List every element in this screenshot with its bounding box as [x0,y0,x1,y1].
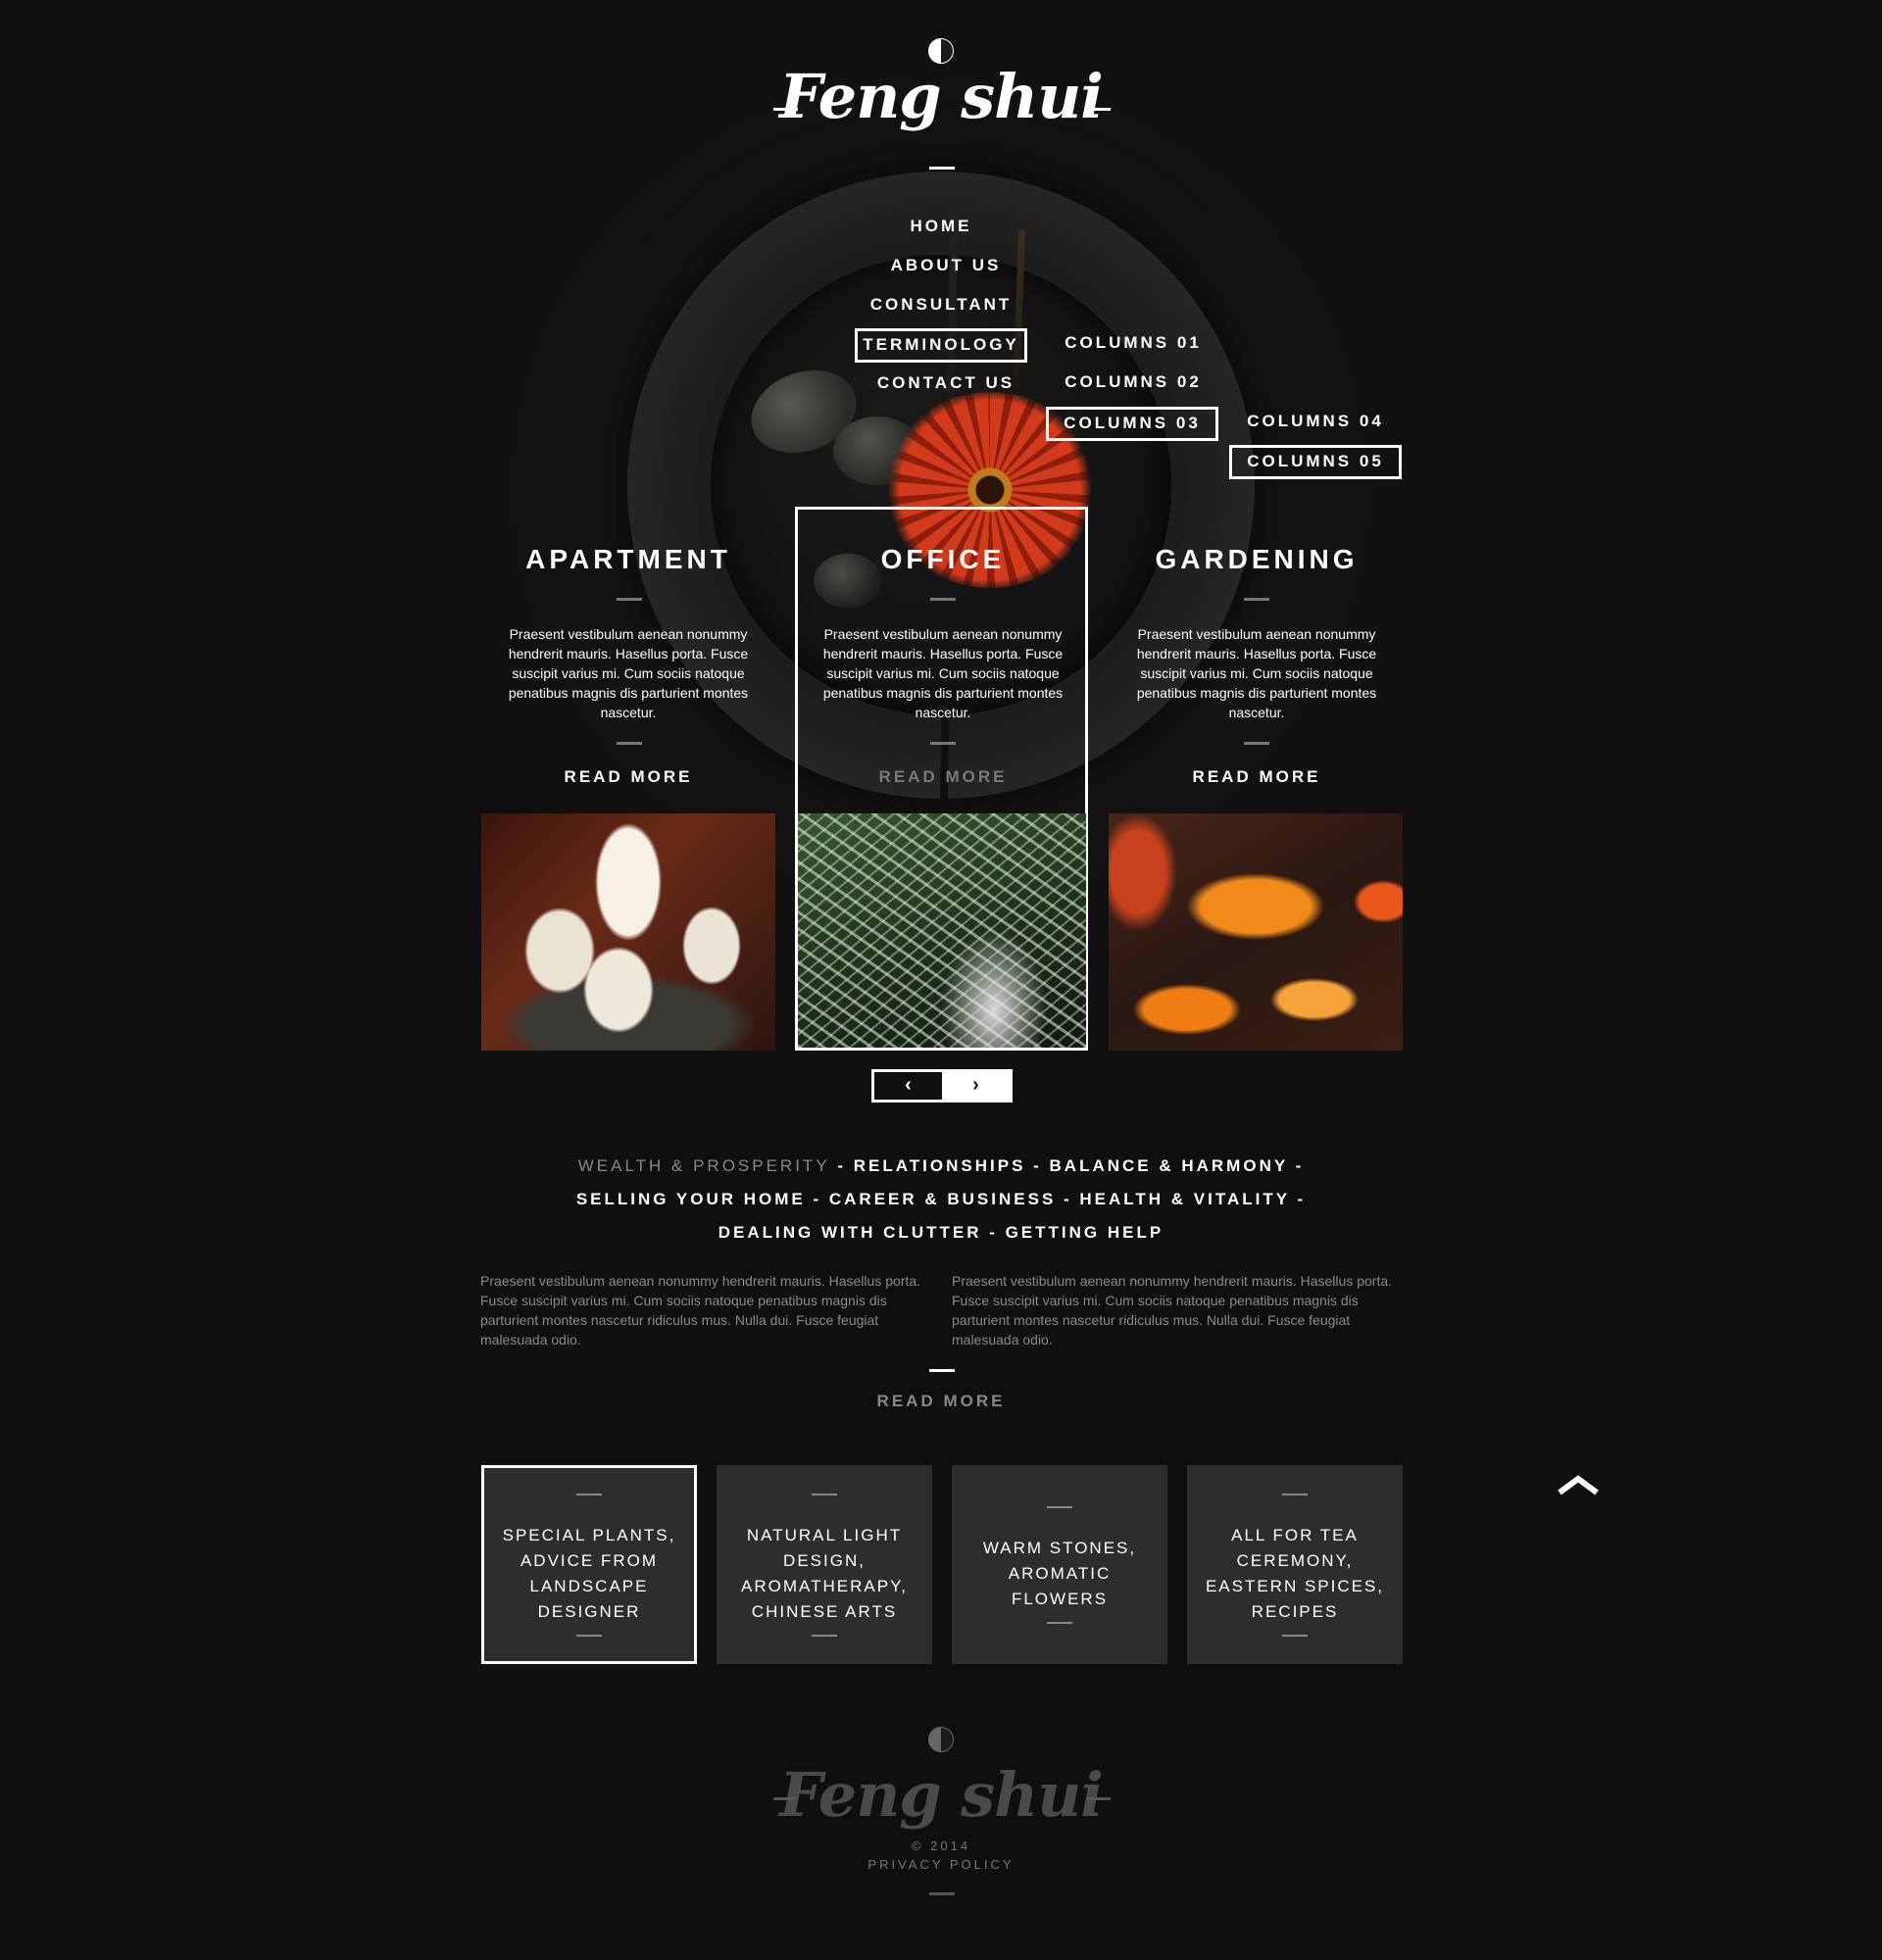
feature-box-light[interactable]: NATURAL LIGHT DESIGN, AROMATHERAPY, CHIN… [717,1465,932,1664]
privacy-policy-link[interactable]: PRIVACY POLICY [745,1857,1137,1872]
read-more-link[interactable]: READ MORE [745,1392,1137,1411]
feature-line: AROMATIC [1008,1564,1112,1583]
card-title-apartment: APARTMENT [525,544,731,574]
card-title-office: OFFICE [880,544,1006,574]
feature-box-tea[interactable]: ALL FOR TEA CEREMONY, EASTERN SPICES, RE… [1187,1465,1403,1664]
card-divider [617,742,642,745]
topics-line-2[interactable]: SELLING YOUR HOME - CAREER & BUSINESS - … [451,1190,1431,1209]
read-more-link-office[interactable]: READ MORE [796,767,1090,787]
card-divider [1244,742,1269,745]
submenu-item-columns-01[interactable]: COLUMNS 01 [1047,333,1219,353]
topics-line-3[interactable]: DEALING WITH CLUTTER - GETTING HELP [451,1223,1431,1243]
submenu-item-columns-05[interactable]: COLUMNS 05 [1229,445,1402,479]
feature-line: WARM STONES, [982,1539,1137,1557]
card-divider [930,742,956,745]
feature-divider [1047,1506,1072,1508]
logo-dash-right [1086,108,1111,111]
footer-logo[interactable]: Feng shui [745,1759,1137,1831]
feature-line: FLOWERS [1011,1590,1109,1608]
site-logo[interactable]: Feng shui [745,61,1137,132]
card-divider [930,598,956,601]
carousel-pager: ‹ › [871,1069,1013,1102]
submenu-item-columns-02[interactable]: COLUMNS 02 [1047,372,1219,392]
read-more-link-gardening[interactable]: READ MORE [1110,767,1404,787]
koi-fish-image[interactable] [1109,813,1403,1051]
feature-line: CEREMONY, [1236,1551,1354,1570]
feature-line: DESIGNER [537,1602,641,1621]
footer-divider [929,1892,955,1895]
nav-item-home[interactable]: HOME [843,217,1039,236]
feature-line: SPECIAL PLANTS, [502,1526,676,1544]
submenu-item-columns-03[interactable]: COLUMNS 03 [1046,407,1218,441]
submenu-item-columns-04[interactable]: COLUMNS 04 [1229,412,1402,431]
topics-line-1-rest[interactable]: - RELATIONSHIPS - BALANCE & HARMONY - [830,1156,1305,1175]
feature-divider [1047,1622,1072,1624]
topic-link-wealth[interactable]: WEALTH & PROSPERITY [578,1156,830,1175]
feature-divider [1282,1635,1308,1637]
feature-divider [576,1635,602,1637]
copyright: © 2014 [911,1838,971,1853]
feature-divider [812,1635,837,1637]
section-divider [929,1369,955,1372]
logo-dash-left [773,108,798,111]
card-title-gardening: GARDENING [1155,544,1359,574]
candles-image[interactable] [481,813,775,1051]
card-divider [1244,598,1269,601]
logo-divider [929,167,955,170]
footer-dash-right [1086,1797,1111,1800]
feature-line: EASTERN SPICES, [1205,1577,1385,1595]
chevron-left-icon[interactable]: ‹ [874,1072,942,1100]
feature-line: AROMATHERAPY, [741,1577,908,1595]
intro-paragraph-right: Praesent vestibulum aenean nonummy hendr… [952,1273,1393,1348]
feature-divider [812,1494,837,1495]
intro-paragraph-left: Praesent vestibulum aenean nonummy hendr… [480,1273,921,1348]
feature-line: ALL FOR TEA [1231,1526,1359,1544]
card-divider [617,598,642,601]
card-text: Praesent vestibulum aenean nonummy hendr… [822,626,1064,720]
nav-item-consultant[interactable]: CONSULTANT [843,295,1039,315]
chevron-up-icon[interactable] [1557,1474,1600,1495]
feature-line: ADVICE FROM [520,1551,659,1570]
footer-dash-left [773,1797,798,1800]
feature-box-plants[interactable]: SPECIAL PLANTS, ADVICE FROM LANDSCAPE DE… [481,1465,697,1664]
nav-item-about-us[interactable]: ABOUT US [843,256,1049,275]
card-text: Praesent vestibulum aenean nonummy hendr… [1136,626,1377,720]
feature-line: DESIGN, [783,1551,866,1570]
feature-divider [1282,1494,1308,1495]
feature-box-stones[interactable]: WARM STONES, AROMATIC FLOWERS [952,1465,1167,1664]
feature-line: NATURAL LIGHT [746,1526,903,1544]
feature-line: LANDSCAPE [529,1577,649,1595]
yin-yang-icon [928,1727,954,1752]
chevron-right-icon[interactable]: › [942,1072,1010,1100]
read-more-link-apartment[interactable]: READ MORE [481,767,775,787]
feature-line: CHINESE ARTS [751,1602,898,1621]
nav-item-terminology[interactable]: TERMINOLOGY [855,328,1027,363]
nav-item-contact-us[interactable]: CONTACT US [843,373,1049,393]
topics-line-1: WEALTH & PROSPERITY - RELATIONSHIPS - BA… [451,1156,1431,1176]
card-text: Praesent vestibulum aenean nonummy hendr… [508,626,749,720]
bonsai-image[interactable] [798,813,1086,1048]
feature-line: RECIPES [1251,1602,1339,1621]
feature-divider [576,1494,602,1495]
